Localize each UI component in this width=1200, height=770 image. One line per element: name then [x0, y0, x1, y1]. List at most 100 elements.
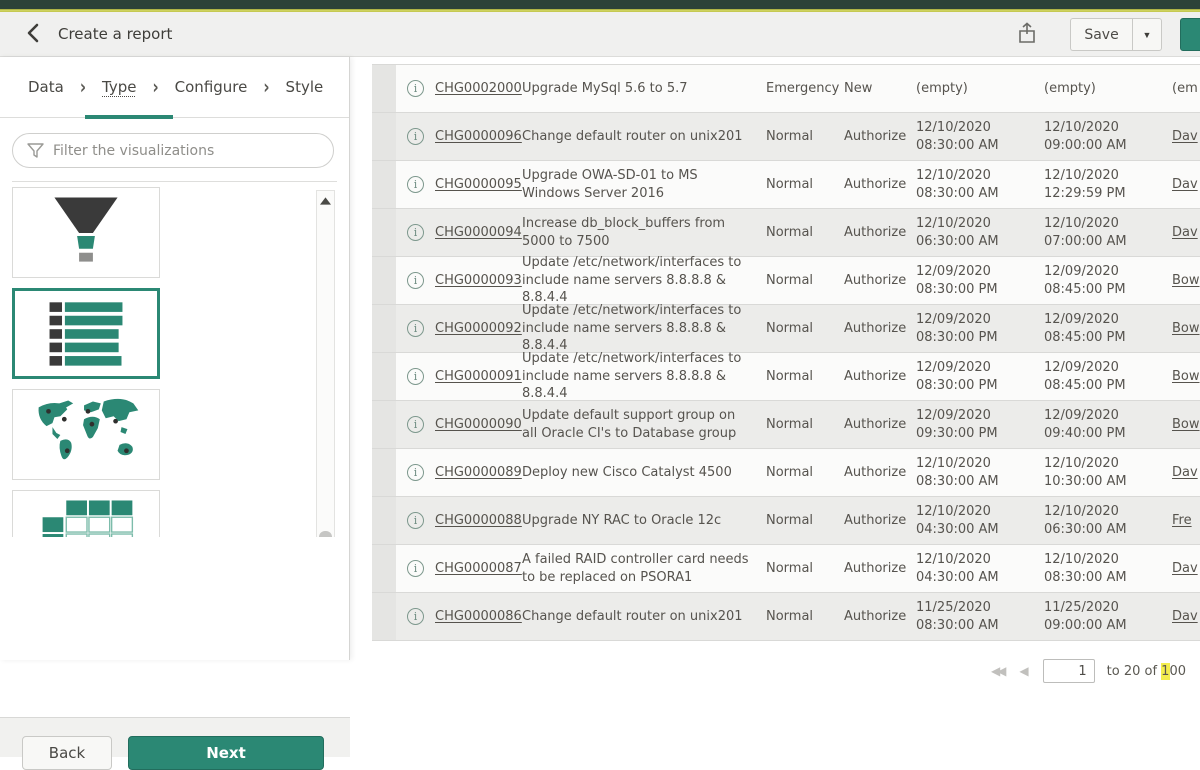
assignee-link[interactable]: Dav [1172, 465, 1198, 480]
wizard-step-data[interactable]: Data [28, 78, 64, 96]
top-brand-bar [0, 0, 1200, 9]
scrollbar-thumb[interactable] [319, 531, 332, 537]
chevron-down-icon: ▼ [1143, 30, 1152, 40]
info-icon[interactable]: i [407, 128, 424, 145]
table-row[interactable]: i CHG0000089 Deploy new Cisco Catalyst 4… [372, 449, 1200, 497]
info-icon[interactable]: i [407, 608, 424, 625]
priority-cell: Normal [766, 224, 844, 242]
viz-card-bar-list[interactable] [12, 288, 160, 379]
info-icon[interactable]: i [407, 272, 424, 289]
change-number-cell: CHG0000091 [435, 368, 522, 386]
table-row[interactable]: i CHG0000092 Update /etc/network/interfa… [372, 305, 1200, 353]
change-number-link[interactable]: CHG0000095 [435, 177, 522, 192]
priority-cell: Normal [766, 176, 844, 194]
table-row[interactable]: i CHG0002000 Upgrade MySql 5.6 to 5.7 Em… [372, 65, 1200, 113]
change-number-link[interactable]: CHG0000089 [435, 465, 522, 480]
assignee-link[interactable]: (em [1172, 81, 1198, 96]
assignee-link[interactable]: Bow [1172, 417, 1200, 432]
priority-cell: Normal [766, 272, 844, 290]
priority-cell: Normal [766, 464, 844, 482]
table-row[interactable]: i CHG0000093 Update /etc/network/interfa… [372, 257, 1200, 305]
assignee-link[interactable]: Dav [1172, 129, 1198, 144]
assignee-link[interactable]: Fre [1172, 513, 1192, 528]
assignee-link[interactable]: Dav [1172, 609, 1198, 624]
state-cell: Authorize [844, 224, 916, 242]
table-row[interactable]: i CHG0000088 Upgrade NY RAC to Oracle 12… [372, 497, 1200, 545]
change-number-link[interactable]: CHG0000093 [435, 273, 522, 288]
assignee-link[interactable]: Dav [1172, 225, 1198, 240]
info-cell: i [396, 368, 435, 385]
info-icon[interactable]: i [407, 560, 424, 577]
table-row[interactable]: i CHG0000091 Update /etc/network/interfa… [372, 353, 1200, 401]
page-number-input[interactable] [1043, 659, 1095, 683]
info-icon[interactable]: i [407, 512, 424, 529]
wizard-step-type[interactable]: Type [102, 78, 136, 96]
table-row[interactable]: i CHG0000087 A failed RAID controller ca… [372, 545, 1200, 593]
change-number-link[interactable]: CHG0000087 [435, 561, 522, 576]
run-report-button-partial[interactable] [1180, 18, 1200, 51]
info-cell: i [396, 608, 435, 625]
change-number-link[interactable]: CHG0002000 [435, 81, 522, 96]
change-number-link[interactable]: CHG0000094 [435, 225, 522, 240]
change-number-link[interactable]: CHG0000091 [435, 369, 522, 384]
planned-start-cell: 12/09/2020 09:30:00 PM [916, 407, 1044, 442]
share-button[interactable] [1012, 20, 1042, 50]
info-icon[interactable]: i [407, 80, 424, 97]
info-icon[interactable]: i [407, 176, 424, 193]
info-icon[interactable]: i [407, 320, 424, 337]
assignee-link[interactable]: Bow [1172, 321, 1200, 336]
previous-page-button[interactable]: ◀ [1017, 664, 1030, 678]
table-row[interactable]: i CHG0000086 Change default router on un… [372, 593, 1200, 641]
funnel-chart-icon [13, 187, 159, 278]
assignee-cell: Dav [1172, 176, 1200, 194]
wizard-step-configure[interactable]: Configure [175, 78, 248, 96]
assignee-link[interactable]: Dav [1172, 177, 1198, 192]
short-description-cell: Increase db_block_buffers from 5000 to 7… [522, 215, 766, 250]
info-icon[interactable]: i [407, 368, 424, 385]
double-arrow-left-icon: ◀◀ [991, 664, 1003, 678]
assignee-link[interactable]: Bow [1172, 369, 1200, 384]
assignee-link[interactable]: Dav [1172, 561, 1198, 576]
save-dropdown-button[interactable]: ▼ [1132, 18, 1162, 51]
viz-card-funnel[interactable] [12, 187, 160, 278]
change-number-link[interactable]: CHG0000090 [435, 417, 522, 432]
planned-start-cell: 12/10/2020 08:30:00 AM [916, 167, 1044, 202]
assignee-cell: Dav [1172, 128, 1200, 146]
short-description-cell: Upgrade MySql 5.6 to 5.7 [522, 80, 766, 98]
info-cell: i [396, 512, 435, 529]
back-button[interactable]: Back [22, 736, 112, 770]
priority-cell: Normal [766, 608, 844, 626]
arrow-left-icon: ◀ [1019, 664, 1028, 678]
info-icon[interactable]: i [407, 416, 424, 433]
state-cell: Authorize [844, 176, 916, 194]
save-button[interactable]: Save [1070, 18, 1132, 51]
visualization-scrollbar[interactable] [316, 190, 335, 537]
info-icon[interactable]: i [407, 224, 424, 241]
table-row[interactable]: i CHG0000090 Update default support grou… [372, 401, 1200, 449]
change-number-link[interactable]: CHG0000092 [435, 321, 522, 336]
change-number-link[interactable]: CHG0000096 [435, 129, 522, 144]
planned-end-cell: 12/10/2020 06:30:00 AM [1044, 503, 1172, 538]
priority-cell: Emergency [766, 80, 844, 98]
priority-cell: Normal [766, 368, 844, 386]
viz-card-world-map[interactable] [12, 389, 160, 480]
first-page-button[interactable]: ◀◀ [989, 664, 1005, 678]
bar-list-icon [15, 288, 157, 379]
table-row[interactable]: i CHG0000096 Change default router on un… [372, 113, 1200, 161]
info-icon[interactable]: i [407, 464, 424, 481]
back-chevron-button[interactable] [22, 22, 46, 46]
planned-end-cell: 12/09/2020 08:45:00 PM [1044, 359, 1172, 394]
table-row[interactable]: i CHG0000095 Upgrade OWA-SD-01 to MS Win… [372, 161, 1200, 209]
short-description-cell: A failed RAID controller card needs to b… [522, 551, 766, 586]
next-button[interactable]: Next [128, 736, 324, 770]
wizard-step-style[interactable]: Style [286, 78, 324, 96]
change-number-link[interactable]: CHG0000086 [435, 609, 522, 624]
row-gutter [372, 497, 396, 544]
filter-visualizations-input[interactable] [12, 133, 334, 168]
change-number-link[interactable]: CHG0000088 [435, 513, 522, 528]
priority-cell: Normal [766, 512, 844, 530]
scroll-up-icon[interactable] [320, 197, 331, 205]
table-row[interactable]: i CHG0000094 Increase db_block_buffers f… [372, 209, 1200, 257]
assignee-link[interactable]: Bow [1172, 273, 1200, 288]
viz-card-heatmap[interactable] [12, 490, 160, 537]
